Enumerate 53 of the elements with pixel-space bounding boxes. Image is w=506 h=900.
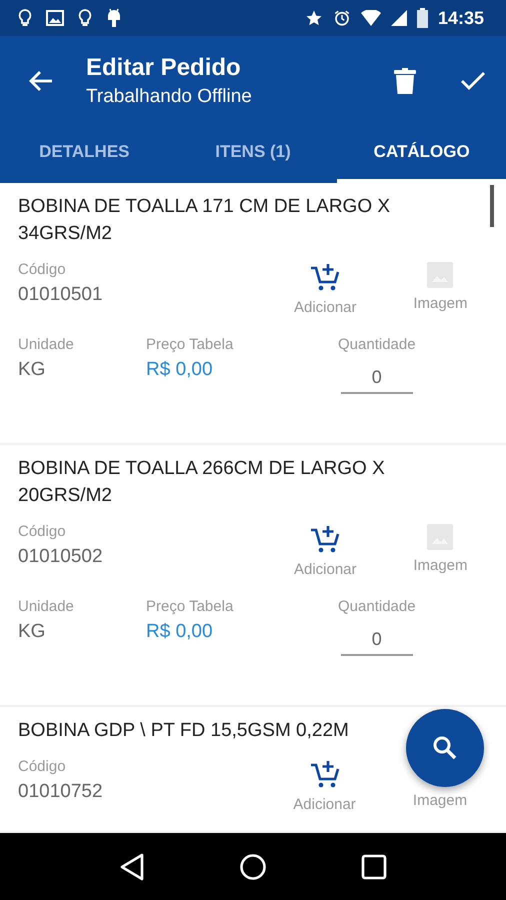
check-icon[interactable] <box>460 70 486 90</box>
cart-plus-icon <box>309 523 342 555</box>
add-button[interactable]: Adicionar <box>278 261 373 316</box>
price-value: R$ 0,00 <box>146 621 214 643</box>
scrollbar <box>490 185 494 227</box>
product-code: 01010502 <box>18 546 104 568</box>
tab[interactable]: ITENS (1) <box>168 125 338 183</box>
trash-icon[interactable] <box>394 68 416 94</box>
product-name: BOBINA GDP \ PT FD 15,5GSM 0,22M <box>18 719 350 743</box>
image-icon <box>46 10 64 26</box>
alarm-icon <box>332 9 351 27</box>
back-arrow-icon[interactable] <box>28 70 54 92</box>
cart-plus-icon <box>309 261 342 293</box>
product-name: BOBINA DE TOALLA 266CM DE LARGO X 20GRS/M2 <box>18 457 386 508</box>
quantity-field[interactable]: 0 <box>340 625 413 656</box>
add-button[interactable]: Adicionar <box>277 758 372 813</box>
product-code: 01010752 <box>18 781 104 803</box>
star-icon <box>304 9 323 27</box>
quantity-label: Quantidade <box>338 336 416 353</box>
product-code: 01010501 <box>18 284 104 306</box>
home-icon[interactable] <box>239 852 267 880</box>
clock-time: 14:35 <box>438 8 484 28</box>
unit-label: Unidade <box>18 336 75 353</box>
battery-icon <box>416 8 428 28</box>
bulb-icon <box>18 9 32 27</box>
code-label: Código <box>18 758 67 775</box>
wifi-icon <box>360 10 381 26</box>
image-button[interactable]: Imagem <box>392 523 488 578</box>
product-name: BOBINA DE TOALLA 171 CM DE LARGO X 34GRS/M2 <box>18 195 392 246</box>
image-icon <box>426 261 454 289</box>
cart-plus-icon <box>308 758 341 790</box>
code-label: Código <box>18 523 67 540</box>
image-icon <box>426 523 454 551</box>
price-value: R$ 0,00 <box>146 359 214 381</box>
back-icon[interactable] <box>119 852 145 880</box>
code-label: Código <box>18 261 67 278</box>
search-icon <box>432 735 458 761</box>
price-label: Preço Tabela <box>146 336 234 353</box>
recents-icon[interactable] <box>361 854 387 880</box>
unit-value: KG <box>18 621 46 643</box>
screen-subtitle: Trabalhando Offline <box>86 86 253 108</box>
image-button[interactable]: Imagem <box>392 792 488 809</box>
image-button[interactable]: Imagem <box>392 261 488 316</box>
unit-value: KG <box>18 359 46 381</box>
quantity-field[interactable]: 0 <box>340 363 413 394</box>
signal-icon <box>390 10 407 26</box>
add-button[interactable]: Adicionar <box>278 523 373 578</box>
bulb-icon <box>78 9 92 27</box>
tab[interactable]: DETALHES <box>0 125 169 183</box>
quantity-label: Quantidade <box>338 598 416 615</box>
screen-title: Editar Pedido <box>86 54 242 82</box>
unit-label: Unidade <box>18 598 75 615</box>
price-label: Preço Tabela <box>146 598 234 615</box>
